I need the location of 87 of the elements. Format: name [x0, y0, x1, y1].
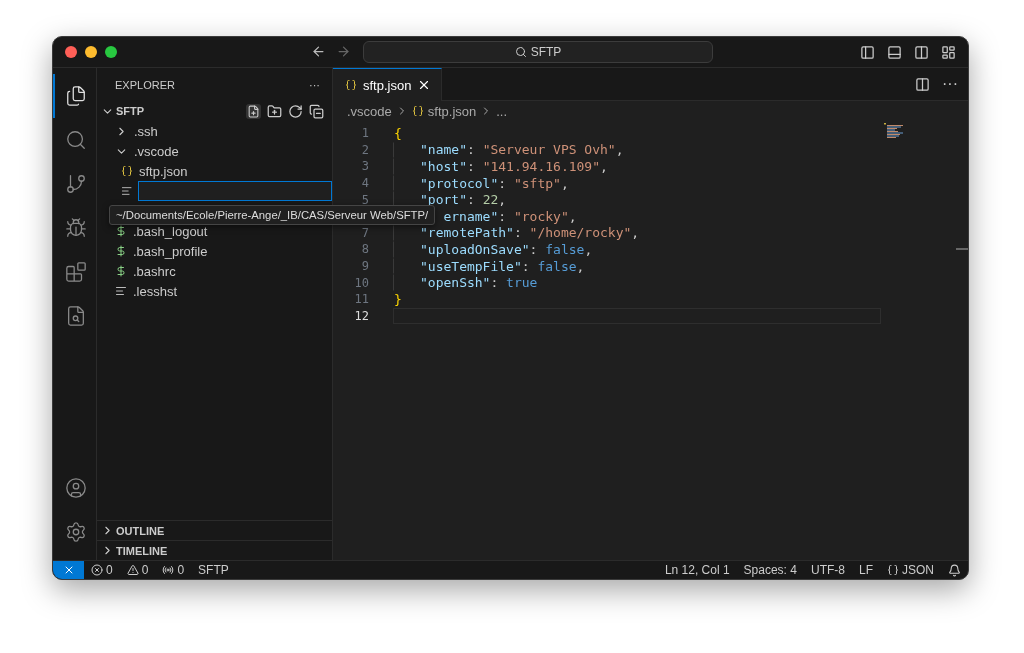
status-item[interactable]: LF	[851, 563, 880, 577]
blocks-icon	[64, 261, 87, 283]
breadcrumb-item[interactable]: sftp.json	[427, 103, 477, 119]
command-center[interactable]: SFTP	[363, 41, 713, 63]
code-line: {	[394, 125, 402, 141]
more-actions[interactable]: ···	[309, 78, 320, 91]
bell-icon	[948, 563, 961, 577]
dollar-icon	[115, 245, 127, 257]
refresh-icon[interactable]	[288, 103, 303, 119]
code-line: "port": 22,	[420, 192, 507, 208]
dollar-icon	[115, 265, 127, 277]
line-number: 12	[353, 308, 369, 323]
remote-button[interactable]	[53, 560, 84, 579]
braces-icon	[411, 105, 424, 117]
error-icon	[91, 564, 103, 576]
folder-name[interactable]: .vscode	[134, 143, 179, 159]
scrollbar-marker	[956, 248, 968, 250]
code-line: }	[394, 291, 402, 307]
braces-icon	[345, 79, 357, 91]
status-item[interactable]: Spaces: 4	[736, 563, 804, 577]
sidebar-toggle-icon[interactable]	[860, 44, 875, 60]
line-number: 4	[360, 176, 369, 191]
search-icon	[514, 46, 527, 58]
editor-tab[interactable]: sftp.json	[333, 68, 443, 101]
layout-icon[interactable]	[941, 44, 956, 60]
code-line: "uploadOnSave": false,	[420, 241, 593, 257]
status-item[interactable]: 0	[84, 563, 120, 577]
new-folder-icon[interactable]	[267, 103, 282, 119]
line-number: 2	[360, 142, 369, 157]
code-line: "name": "Serveur VPS Ovh",	[420, 142, 624, 158]
file-name[interactable]: .bash_logout	[133, 223, 208, 239]
status-item[interactable]: Ln 12, Col 1	[657, 563, 737, 577]
forward-arrow-icon[interactable]	[336, 44, 351, 59]
split-editor-icon[interactable]	[915, 76, 930, 92]
sidebar-title: EXPLORER	[115, 78, 175, 91]
warning-icon	[126, 564, 139, 576]
more-actions[interactable]: ···	[942, 75, 958, 93]
section-title[interactable]: TIMELINE	[116, 544, 168, 557]
file-name[interactable]: .lesshst	[133, 283, 178, 299]
breadcrumb-item[interactable]: .vscode	[347, 103, 392, 119]
search-icon	[64, 129, 87, 151]
status-item[interactable]: JSON	[880, 563, 941, 577]
antenna-icon	[162, 564, 175, 576]
settings-icon	[64, 521, 87, 543]
status-item[interactable]: 0	[119, 563, 156, 577]
line-number: 8	[360, 242, 369, 257]
zoom-window-button[interactable]	[105, 46, 117, 58]
breadcrumb-item[interactable]: ...	[496, 103, 508, 119]
code-line: "useTempFile": false,	[420, 258, 585, 274]
file-name[interactable]: sftp.json	[139, 163, 188, 179]
lines-icon	[115, 285, 127, 297]
bug-icon	[64, 217, 87, 239]
code-line: ername": "rocky",	[443, 208, 577, 224]
code-line: "remotePath": "/home/rocky",	[420, 225, 640, 241]
status-item[interactable]: 0	[155, 563, 192, 577]
code-line: "protocol": "sftp",	[420, 175, 569, 191]
line-number: 10	[353, 275, 369, 290]
file-name[interactable]: .bash_profile	[133, 243, 208, 259]
status-item[interactable]: UTF-8	[803, 563, 852, 577]
status-item[interactable]: SFTP	[191, 563, 236, 577]
line-number: 7	[360, 225, 369, 240]
branch-icon	[64, 173, 87, 195]
split-layout-icon[interactable]	[914, 44, 929, 60]
minimize-window-button[interactable]	[85, 46, 97, 58]
folder-name[interactable]: .ssh	[134, 123, 158, 139]
code-line: "openSsh": true	[420, 275, 538, 291]
new-file-icon[interactable]	[246, 103, 261, 119]
line-number: 9	[360, 259, 369, 274]
line-number: 11	[353, 292, 369, 307]
close-window-button[interactable]	[65, 46, 77, 58]
folder-title[interactable]: SFTP	[116, 105, 145, 117]
file-name-input[interactable]	[138, 181, 332, 201]
files-icon	[64, 85, 87, 107]
code-line: "host": "141.94.16.109",	[420, 159, 608, 174]
braces-icon	[121, 165, 133, 177]
collapse-all-icon[interactable]	[309, 103, 324, 119]
file-name[interactable]: .bashrc	[133, 263, 176, 279]
account-icon	[64, 477, 87, 499]
lines-icon	[121, 185, 133, 197]
braces-icon	[887, 564, 899, 576]
line-number: 5	[360, 192, 369, 207]
section-title[interactable]: OUTLINE	[116, 524, 165, 537]
panel-toggle-icon[interactable]	[887, 44, 902, 60]
dollar-icon	[115, 225, 127, 237]
line-number: 1	[360, 126, 369, 141]
line-number: 3	[360, 159, 369, 174]
tooltip: ~/Documents/Ecole/Pierre-Ange/_IB/CAS/Serveur Web/SFTP/	[109, 205, 436, 225]
